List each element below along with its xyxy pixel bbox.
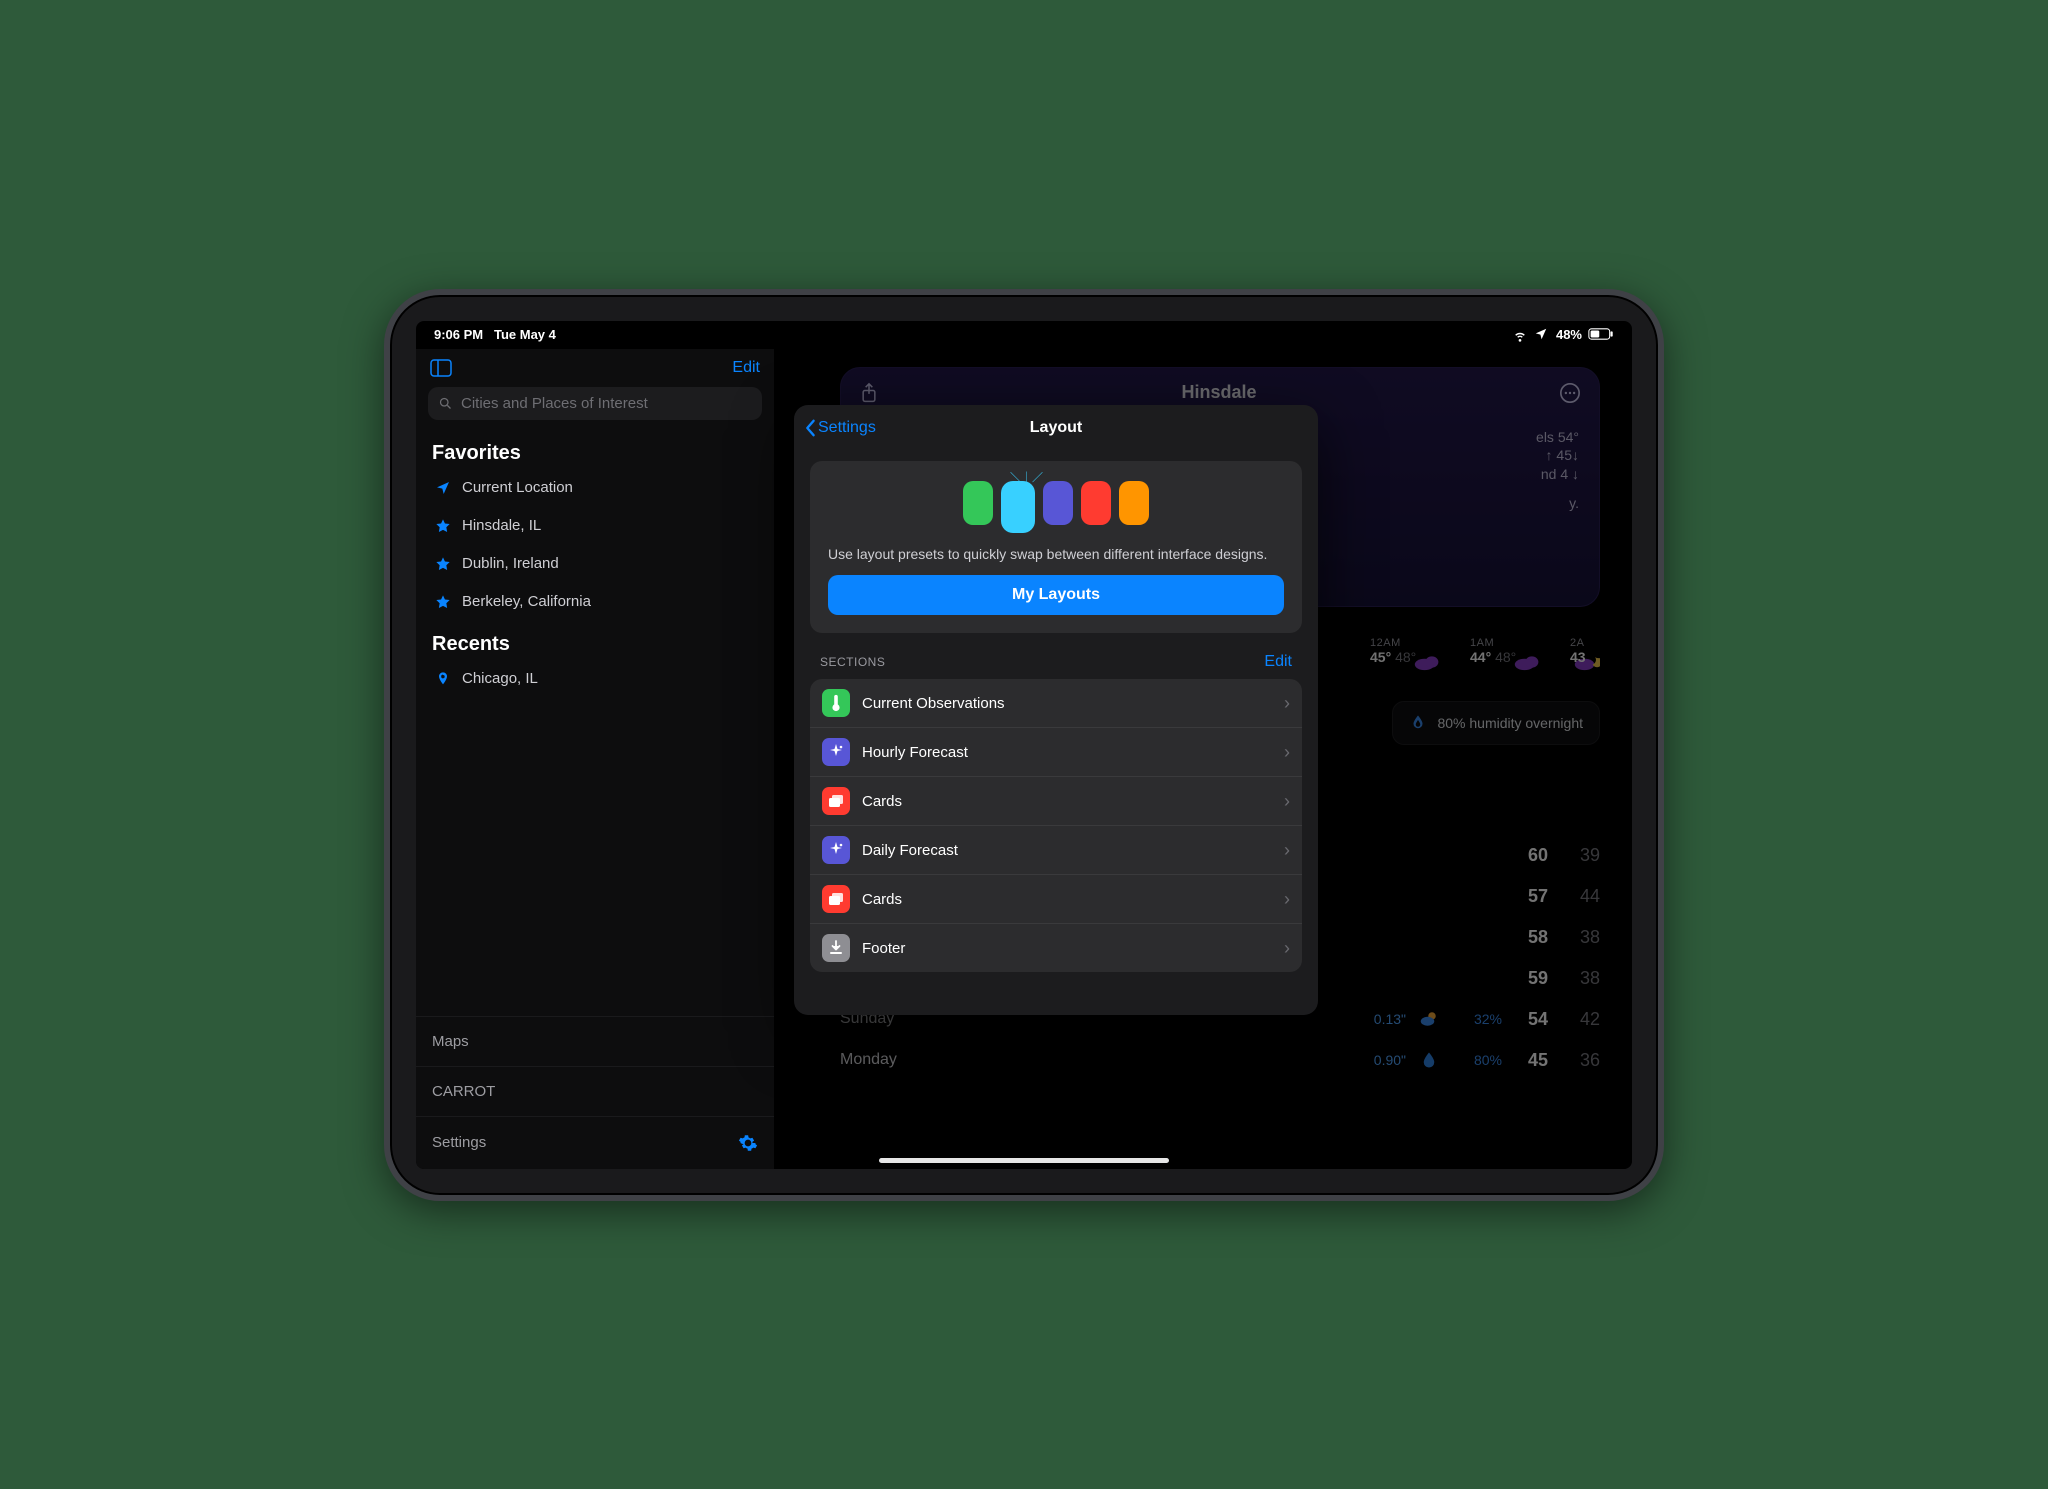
search-input[interactable]: Cities and Places of Interest: [428, 387, 762, 420]
battery-icon: [1588, 327, 1614, 343]
sidebar-item-label: Berkeley, California: [462, 593, 591, 610]
ipad-frame: 9:06 PM Tue May 4 48%: [384, 289, 1664, 1201]
preset-chip: [963, 481, 993, 525]
favorites-header: Favorites: [416, 430, 774, 469]
chevron-right-icon: ›: [1284, 791, 1290, 812]
sparkle-icon: [822, 836, 850, 864]
chevron-right-icon: ›: [1284, 693, 1290, 714]
location-active-icon: [1534, 327, 1550, 343]
sidebar-item-label: Chicago, IL: [462, 670, 538, 687]
search-placeholder: Cities and Places of Interest: [461, 395, 648, 412]
sidebar: Edit Cities and Places of Interest Favor…: [416, 349, 776, 1169]
sidebar-item-hinsdale[interactable]: Hinsdale, IL: [424, 507, 766, 545]
sidebar-edit-button[interactable]: Edit: [732, 359, 760, 377]
sparkle-icon: ＼｜／: [1010, 469, 1043, 485]
search-icon: [438, 396, 453, 411]
cards-icon: [822, 787, 850, 815]
my-layouts-button[interactable]: My Layouts: [828, 575, 1284, 615]
home-indicator[interactable]: [879, 1158, 1169, 1163]
intro-text: Use layout presets to quickly swap betwe…: [828, 545, 1284, 564]
humidity-icon: [1409, 714, 1427, 732]
preset-chip: [1119, 481, 1149, 525]
sidebar-item-label: Hinsdale, IL: [462, 517, 541, 534]
battery-percent: 48%: [1556, 327, 1582, 342]
preset-chip-selected: [1001, 481, 1035, 533]
sections-list: Current Observations › Hourly Forecast ›…: [810, 679, 1302, 972]
sparkle-icon: [822, 738, 850, 766]
sidebar-bottom-label: CARROT: [432, 1083, 495, 1100]
chevron-left-icon: [804, 419, 816, 437]
hourly-slot: 12AM 45° 48°: [1370, 653, 1440, 665]
recents-header: Recents: [416, 621, 774, 660]
section-label: Cards: [862, 891, 1272, 908]
share-icon[interactable]: [859, 382, 879, 404]
section-label: Current Observations: [862, 695, 1272, 712]
layout-intro-card: ＼｜／ Use layout presets to quickly swap b…: [810, 461, 1302, 634]
city-name: Hinsdale: [879, 382, 1559, 403]
section-label: Daily Forecast: [862, 842, 1272, 859]
status-date: Tue May 4: [494, 327, 556, 342]
thermometer-icon: [822, 689, 850, 717]
star-icon: [434, 555, 452, 573]
pin-icon: [434, 670, 452, 688]
cloud-icon: [1414, 653, 1440, 671]
humidity-label: 80% humidity overnight: [1437, 715, 1583, 731]
popover-navbar: Settings Layout: [794, 405, 1318, 451]
layout-popover: Settings Layout ＼｜／ Use layout presets t…: [794, 405, 1318, 1015]
chevron-right-icon: ›: [1284, 840, 1290, 861]
sidebar-item-label: Dublin, Ireland: [462, 555, 559, 572]
sections-edit-button[interactable]: Edit: [1264, 653, 1292, 671]
sidebar-toggle-icon[interactable]: [430, 359, 452, 377]
status-time: 9:06 PM: [434, 327, 483, 342]
humidity-chip[interactable]: 80% humidity overnight: [1392, 701, 1600, 745]
cards-icon: [822, 885, 850, 913]
chevron-right-icon: ›: [1284, 889, 1290, 910]
section-label: Hourly Forecast: [862, 744, 1272, 761]
hourly-slot: 2A 43: [1570, 653, 1600, 665]
sections-header-label: SECTIONS: [820, 655, 885, 669]
section-row-hourly-forecast[interactable]: Hourly Forecast ›: [810, 728, 1302, 777]
chevron-right-icon: ›: [1284, 938, 1290, 959]
more-icon[interactable]: [1559, 382, 1581, 404]
section-row-cards[interactable]: Cards ›: [810, 777, 1302, 826]
section-row-daily-forecast[interactable]: Daily Forecast ›: [810, 826, 1302, 875]
preset-chip: [1081, 481, 1111, 525]
sidebar-item-maps[interactable]: Maps: [416, 1016, 774, 1066]
sidebar-item-settings[interactable]: Settings: [416, 1116, 774, 1169]
chevron-right-icon: ›: [1284, 742, 1290, 763]
sidebar-item-carrot[interactable]: CARROT: [416, 1066, 774, 1116]
screen: 9:06 PM Tue May 4 48%: [416, 321, 1632, 1169]
sidebar-item-label: Current Location: [462, 479, 573, 496]
status-bar: 9:06 PM Tue May 4 48%: [416, 321, 1632, 349]
back-label: Settings: [818, 419, 876, 437]
daily-row: Monday 0.90" 80% 4536: [840, 1040, 1600, 1081]
cloud-icon: [1514, 653, 1540, 671]
sidebar-bottom-label: Settings: [432, 1134, 486, 1151]
back-button[interactable]: Settings: [804, 405, 876, 451]
weather-blurb: els 54° ↑ 45↓ nd 4 ↓ y.: [1536, 428, 1579, 514]
sidebar-item-current-location[interactable]: Current Location: [424, 469, 766, 507]
preset-chip: [1043, 481, 1073, 525]
wifi-icon: [1512, 327, 1528, 343]
sidebar-bottom-label: Maps: [432, 1033, 469, 1050]
sidebar-item-chicago[interactable]: Chicago, IL: [424, 660, 766, 698]
star-icon: [434, 593, 452, 611]
section-row-cards-2[interactable]: Cards ›: [810, 875, 1302, 924]
gear-icon: [738, 1133, 758, 1153]
sidebar-item-dublin[interactable]: Dublin, Ireland: [424, 545, 766, 583]
layout-preset-graphic: ＼｜／: [828, 481, 1284, 533]
hourly-slot: 1AM 44° 48°: [1470, 653, 1540, 665]
popover-title: Layout: [1030, 419, 1082, 437]
raindrop-icon: [1420, 1051, 1438, 1069]
sidebar-item-berkeley[interactable]: Berkeley, California: [424, 583, 766, 621]
section-row-footer[interactable]: Footer ›: [810, 924, 1302, 972]
sections-header: SECTIONS Edit: [794, 633, 1318, 675]
section-label: Cards: [862, 793, 1272, 810]
star-icon: [434, 517, 452, 535]
section-label: Footer: [862, 940, 1272, 957]
download-icon: [822, 934, 850, 962]
partly-cloudy-icon: [1420, 1010, 1438, 1028]
location-arrow-icon: [434, 479, 452, 497]
section-row-current-observations[interactable]: Current Observations ›: [810, 679, 1302, 728]
